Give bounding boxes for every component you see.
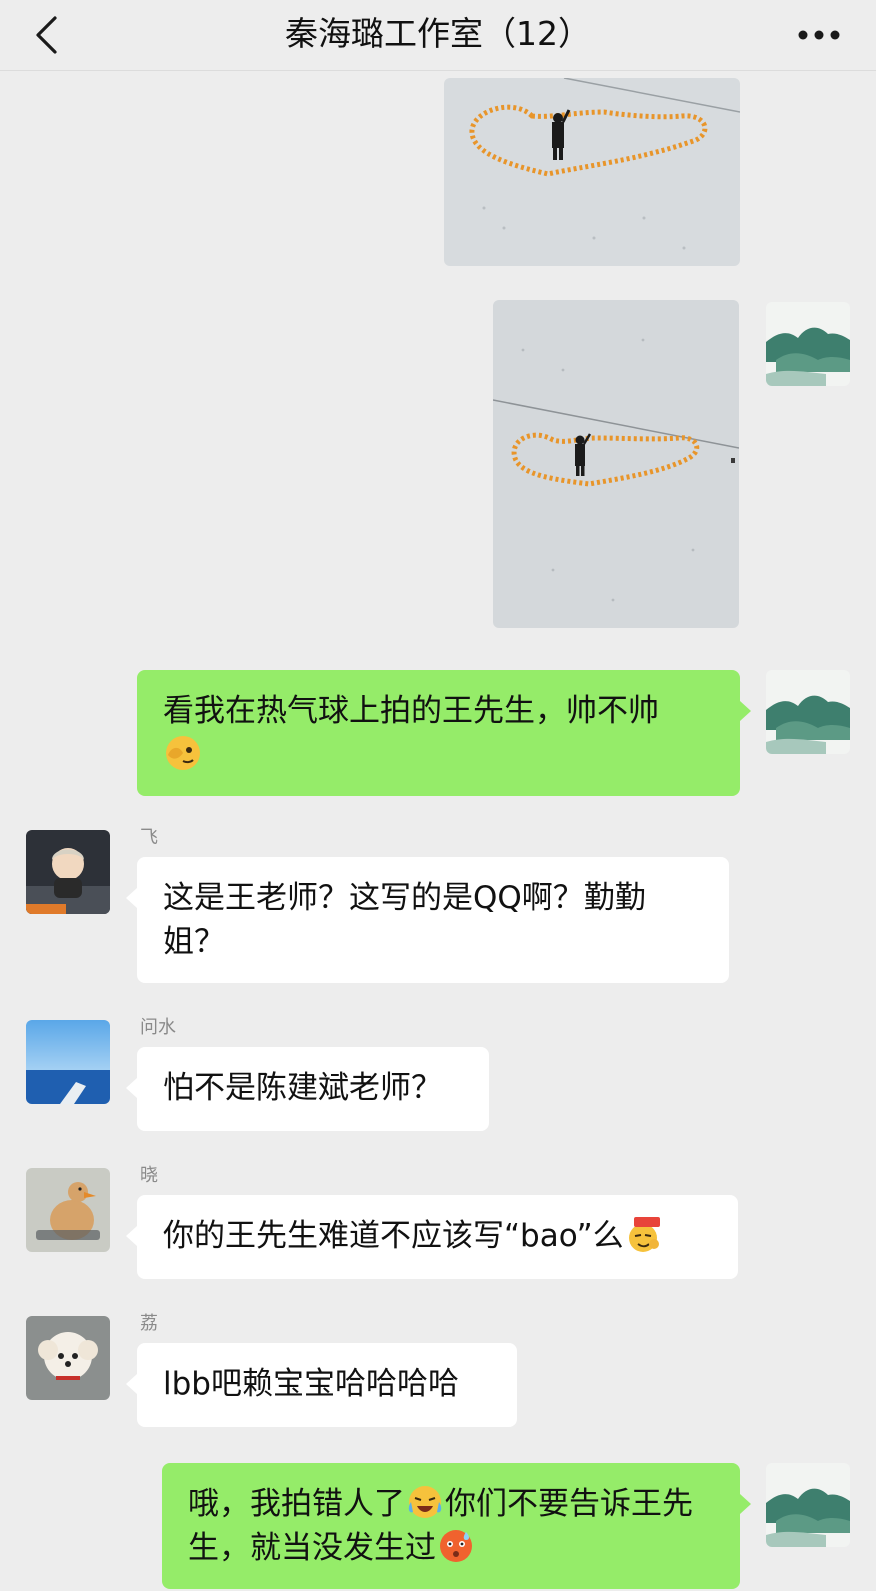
shocked-emoji (440, 1530, 472, 1562)
my-avatar[interactable] (766, 670, 850, 754)
bubble-tail (740, 701, 751, 721)
666-emoji (628, 1217, 660, 1252)
bubble-tail (126, 1226, 137, 1246)
chevron-left-icon (36, 16, 57, 54)
my-avatar[interactable] (766, 1463, 850, 1547)
sender-nickname: 晓 (140, 1165, 158, 1186)
image-message[interactable] (444, 78, 740, 266)
message-text: lbb吧赖宝宝哈哈哈哈 (163, 1366, 459, 1402)
snow-heart-photo (493, 300, 739, 628)
member-message-bubble[interactable]: lbb吧赖宝宝哈哈哈哈 (137, 1343, 517, 1427)
my-message-bubble[interactable]: 看我在热气球上拍的王先生，帅不帅 (137, 670, 740, 796)
message-text: 看我在热气球上拍的王先生，帅不帅 (163, 693, 659, 729)
landscape-avatar-icon (766, 1463, 850, 1547)
more-dots-icon (798, 30, 840, 40)
sea-avatar-icon (26, 1020, 110, 1104)
back-button[interactable] (22, 12, 70, 58)
member-message-bubble[interactable]: 这是王老师？这写的是QQ啊？勤勤姐？ (137, 857, 729, 983)
message-text: 你的王先生难道不应该写“bao”么 (163, 1218, 624, 1254)
cartoon-avatar-icon (26, 830, 110, 914)
dog-avatar-icon (26, 1316, 110, 1400)
my-message-bubble[interactable]: 哦，我拍错人了 你们不要告诉王先生，就当没发生过 (162, 1463, 740, 1589)
member-avatar[interactable] (26, 1020, 110, 1104)
duck-avatar-icon (26, 1168, 110, 1252)
sender-nickname: 问水 (140, 1017, 176, 1038)
bubble-tail (740, 1494, 751, 1514)
message-text: 怕不是陈建斌老师？ (163, 1070, 442, 1106)
bubble-tail (126, 888, 137, 908)
landscape-avatar-icon (766, 670, 850, 754)
sender-nickname: 飞 (140, 827, 158, 848)
landscape-avatar-icon (766, 302, 850, 386)
member-avatar[interactable] (26, 1168, 110, 1252)
chat-header: 秦海璐工作室（12） (0, 0, 876, 71)
face-peek-emoji (166, 736, 200, 770)
message-text: 这是王老师？这写的是QQ啊？勤勤姐？ (163, 880, 646, 960)
more-button[interactable] (792, 14, 846, 56)
sender-nickname: 荔 (140, 1313, 158, 1334)
member-avatar[interactable] (26, 1316, 110, 1400)
member-avatar[interactable] (26, 830, 110, 914)
snow-heart-photo (444, 78, 740, 266)
member-message-bubble[interactable]: 你的王先生难道不应该写“bao”么 (137, 1195, 738, 1279)
bubble-tail (126, 1078, 137, 1098)
message-text: 哦，我拍错人了 (188, 1486, 405, 1522)
image-message[interactable] (493, 300, 739, 628)
member-message-bubble[interactable]: 怕不是陈建斌老师？ (137, 1047, 489, 1131)
chat-title: 秦海璐工作室（12） (285, 14, 591, 53)
crying-laugh-emoji (408, 1486, 442, 1518)
bubble-tail (126, 1374, 137, 1394)
my-avatar[interactable] (766, 302, 850, 386)
